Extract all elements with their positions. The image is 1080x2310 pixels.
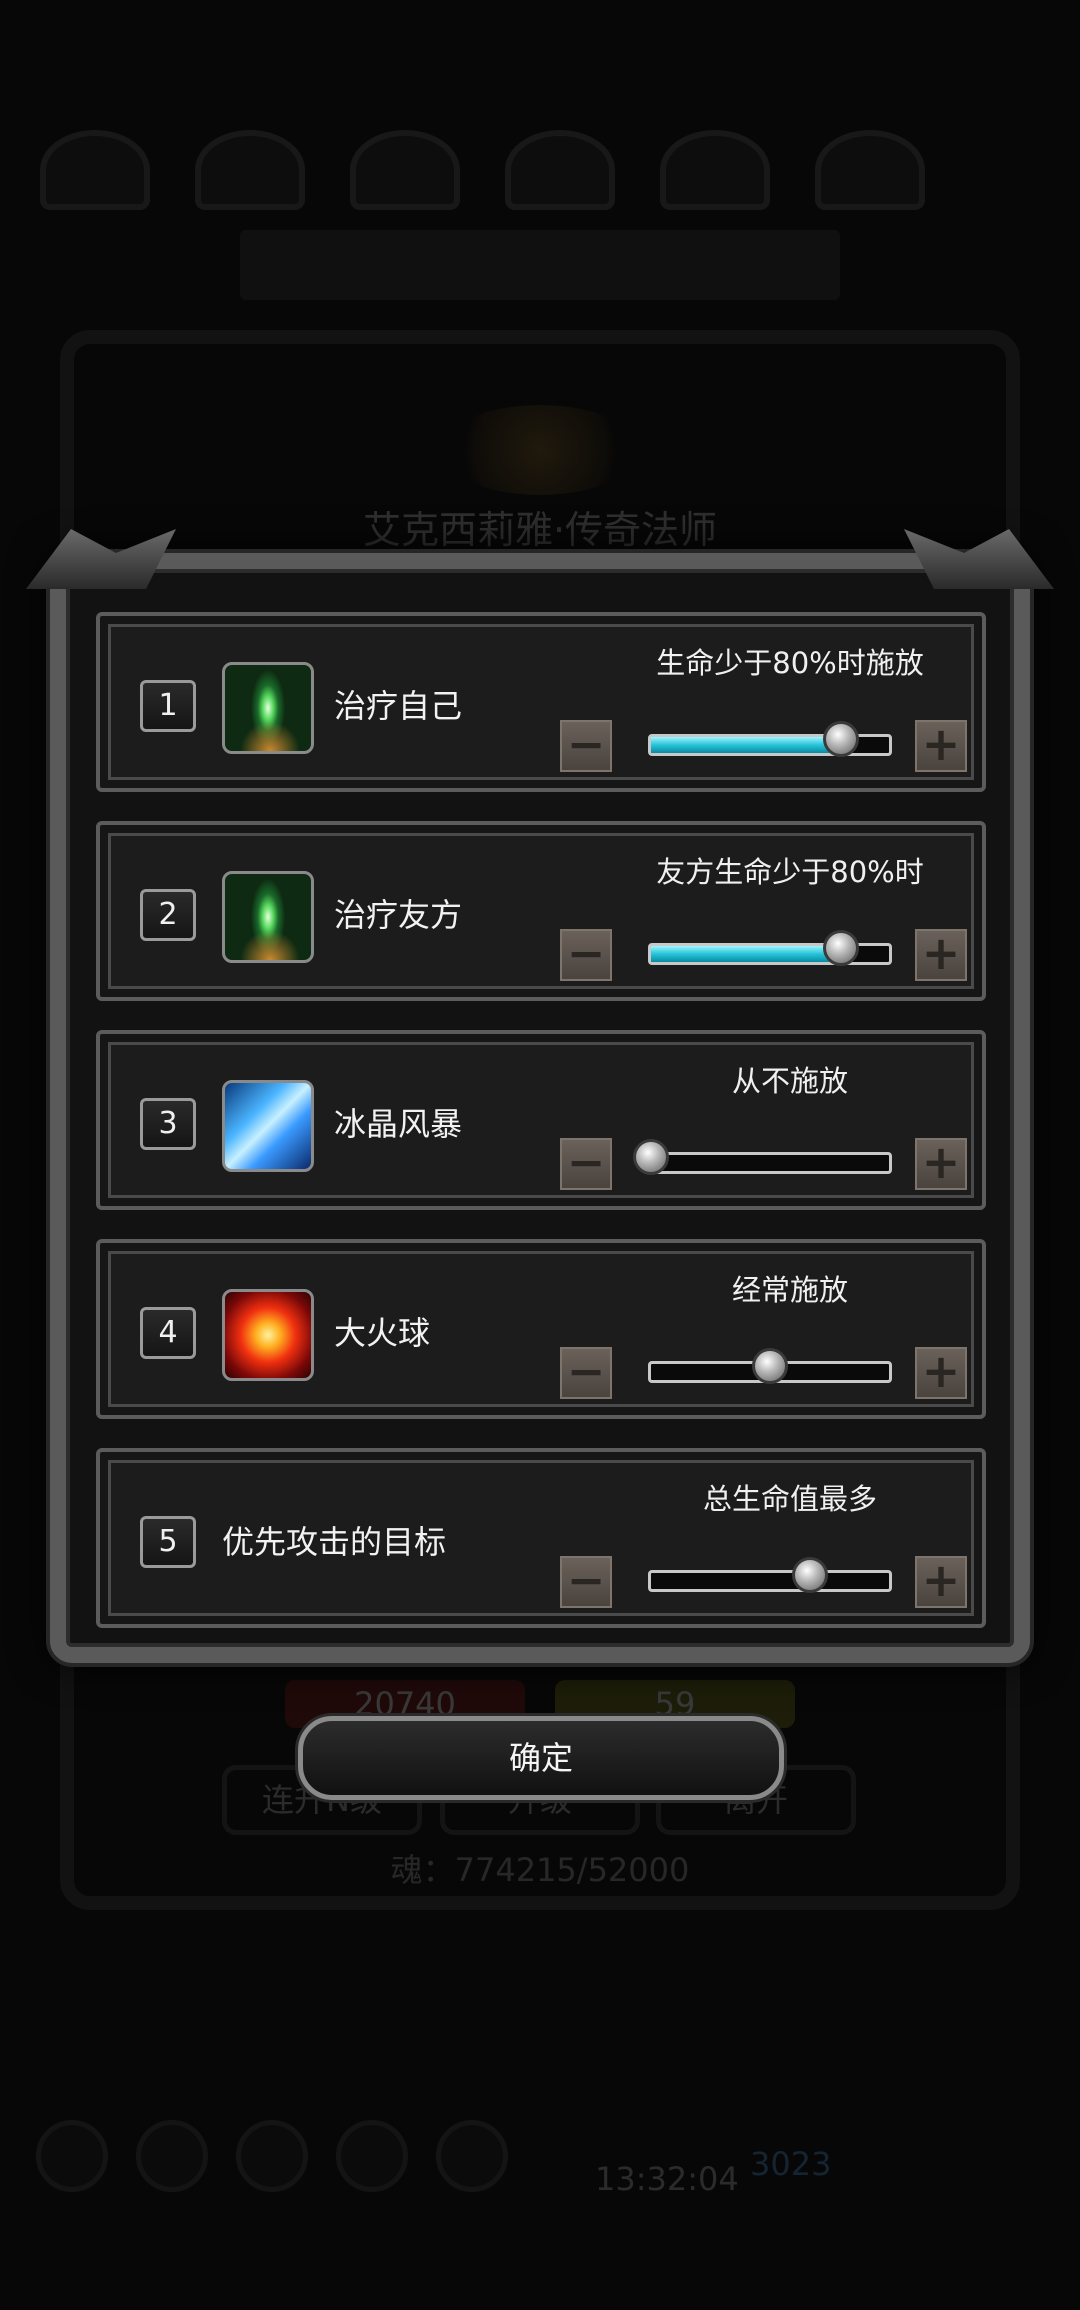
decrease-button[interactable]: − [560,929,612,981]
skill-name: 治疗友方 [334,896,463,934]
background-banner [240,230,840,300]
skill-number-badge: 4 [140,1307,196,1359]
increase-button[interactable]: + [915,1556,967,1608]
cast-slider[interactable] [633,1139,892,1175]
skill-row: 4 大火球 经常施放 − + [96,1239,986,1419]
bottom-nav-icon [336,2120,408,2192]
hero-name: 艾克西莉雅·传奇法师 [362,508,718,552]
cast-condition-label: 友方生命少于80%时 [656,855,924,889]
slider-knob[interactable] [752,1348,788,1384]
cast-condition-label: 生命少于80%时施放 [656,646,924,680]
ice-storm-icon [222,1080,314,1172]
increase-button[interactable]: + [915,720,967,772]
nav-icon [815,130,925,210]
target-priority-label: 优先攻击的目标 [222,1523,447,1561]
cast-slider[interactable] [648,721,892,757]
skill-row: 3 冰晶风暴 从不施放 − + [96,1030,986,1210]
bottom-nav-icon [236,2120,308,2192]
slider-knob[interactable] [633,1139,669,1175]
skill-number-badge: 5 [140,1516,196,1568]
gem-count: 3023 [750,2145,832,2183]
target-slider[interactable] [648,1557,892,1593]
skill-row: 1 治疗自己 生命少于80%时施放 − + [96,612,986,792]
cast-slider[interactable] [648,1348,892,1384]
slider-knob[interactable] [823,721,859,757]
bottom-nav-icon [36,2120,108,2192]
clock: 13:32:04 [595,2160,739,2198]
top-nav-icons [40,130,1040,210]
nav-icon [40,130,150,210]
soul-counter: 魂：774215/52000 [390,1851,690,1889]
heal-icon [222,662,314,754]
fireball-icon [222,1289,314,1381]
slider-knob[interactable] [792,1557,828,1593]
slider-knob[interactable] [823,930,859,966]
increase-button[interactable]: + [915,1138,967,1190]
skill-number-badge: 2 [140,889,196,941]
decrease-button[interactable]: − [560,1556,612,1608]
skill-number-badge: 1 [140,680,196,732]
skill-name: 治疗自己 [334,687,463,725]
target-priority-row: 5 优先攻击的目标 总生命值最多 − + [96,1448,986,1628]
bottom-nav-icon [436,2120,508,2192]
target-condition-label: 总生命值最多 [702,1482,877,1516]
skill-name: 冰晶风暴 [334,1105,463,1143]
confirm-button[interactable]: 确定 [298,1716,784,1800]
emblem-icon [440,405,640,495]
bottom-nav-icon [136,2120,208,2192]
decrease-button[interactable]: − [560,1347,612,1399]
nav-icon [195,130,305,210]
skill-row: 2 治疗友方 友方生命少于80%时 − + [96,821,986,1001]
cast-condition-label: 经常施放 [731,1273,848,1307]
cast-slider[interactable] [648,930,892,966]
nav-icon [505,130,615,210]
cast-condition-label: 从不施放 [731,1064,848,1098]
decrease-button[interactable]: − [560,1138,612,1190]
decrease-button[interactable]: − [560,720,612,772]
nav-icon [350,130,460,210]
skill-name: 大火球 [334,1314,431,1352]
skill-settings-dialog: 1 治疗自己 生命少于80%时施放 − + 2 治疗友方 友方生命少于80%时 … [50,553,1030,1663]
slider-fill [651,946,841,962]
increase-button[interactable]: + [915,929,967,981]
increase-button[interactable]: + [915,1347,967,1399]
skill-number-badge: 3 [140,1098,196,1150]
nav-icon [660,130,770,210]
heal-icon [222,871,314,963]
slider-fill [651,737,841,753]
